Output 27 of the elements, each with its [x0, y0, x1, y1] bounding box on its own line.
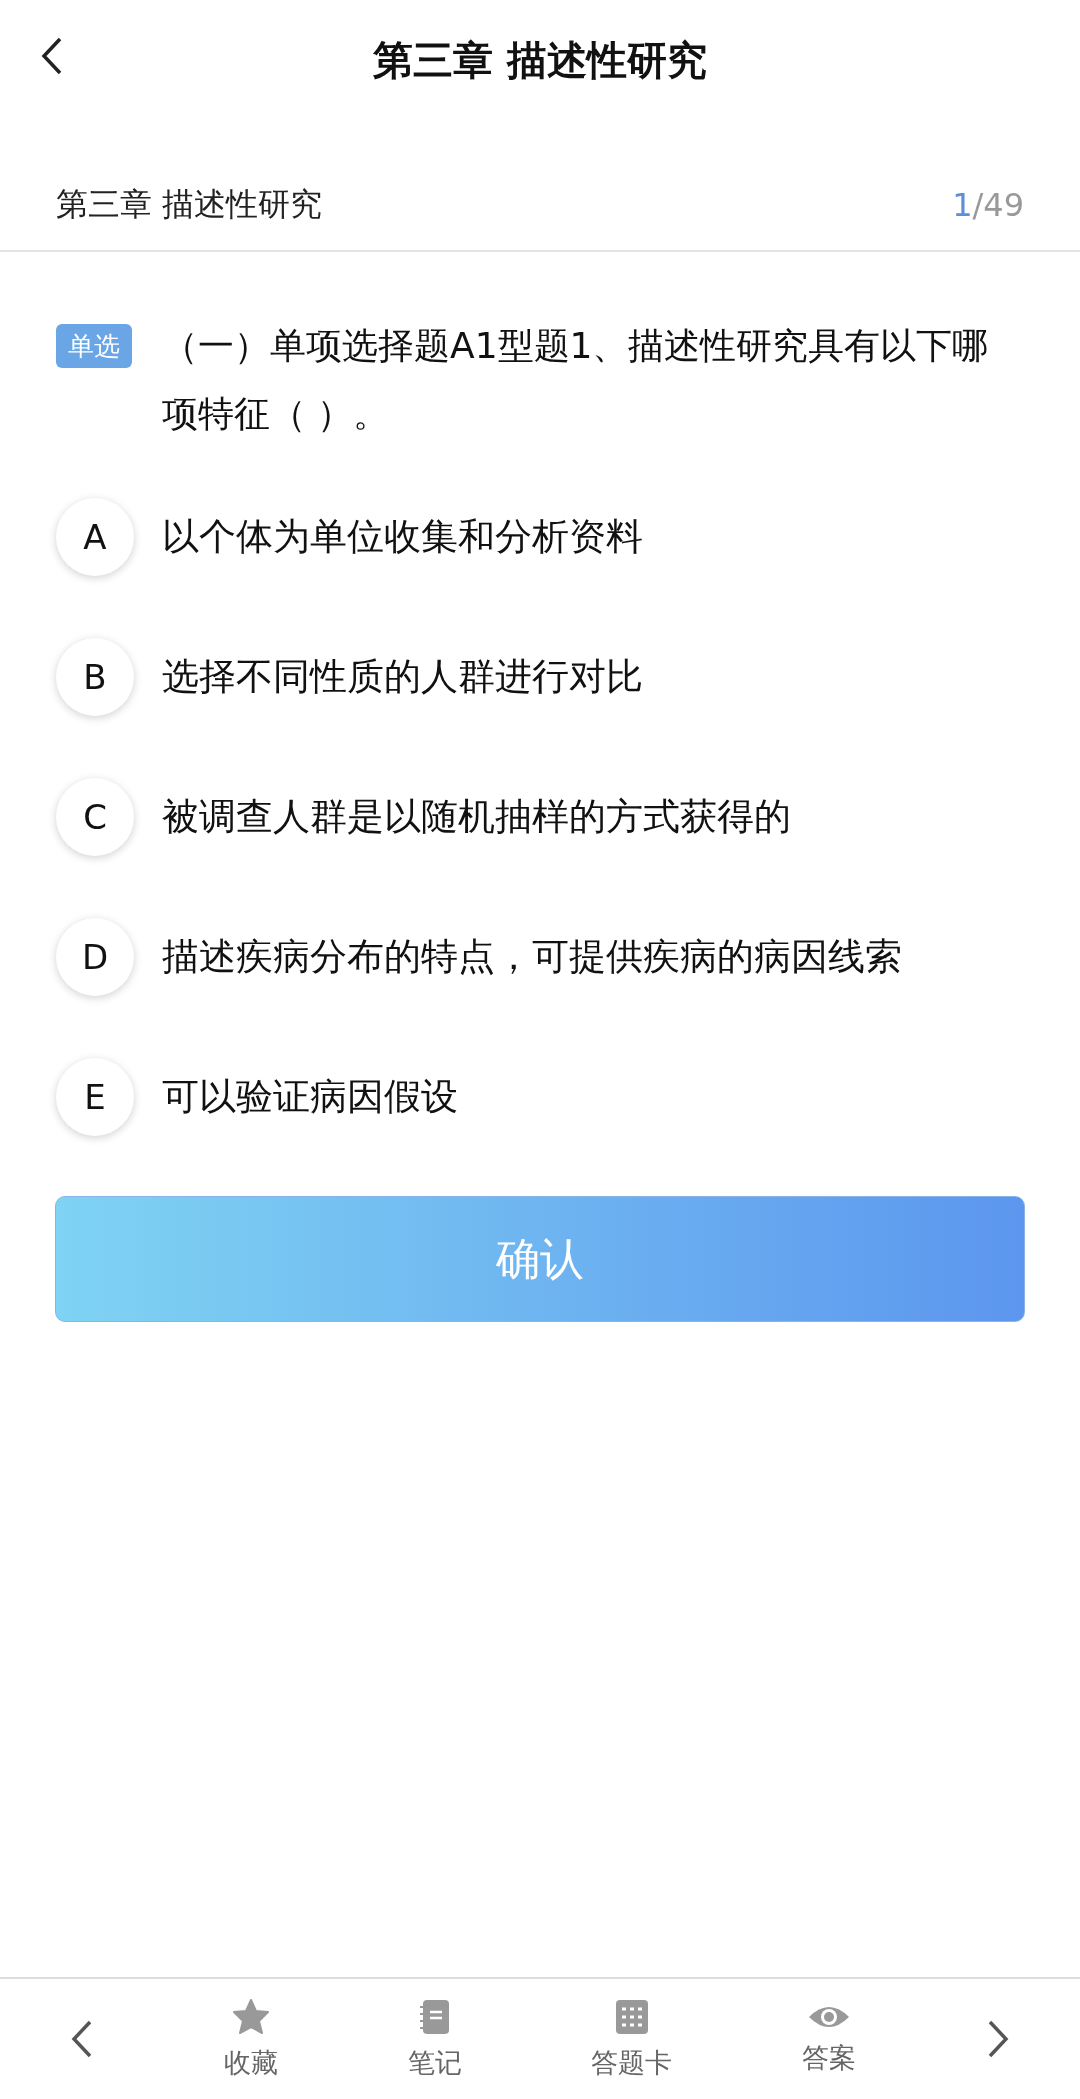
chapter-name: 第三章 描述性研究 — [56, 184, 323, 225]
option-text[interactable]: 被调查人群是以随机抽样的方式获得的 — [162, 778, 791, 846]
next-icon[interactable] — [986, 2019, 1010, 2059]
toolbar-item[interactable]: 答题卡 — [591, 1997, 673, 2081]
question-counter: 1/49 — [952, 186, 1024, 224]
toolbar-item[interactable]: 答案 — [802, 2002, 857, 2076]
toolbar-label: 收藏 — [223, 2046, 278, 2080]
option-text[interactable]: 选择不同性质的人群进行对比 — [162, 638, 643, 706]
star-icon — [230, 1997, 271, 2037]
option-radio[interactable]: E — [56, 1058, 134, 1136]
option-text[interactable]: 以个体为单位收集和分析资料 — [162, 498, 643, 566]
toolbar-item[interactable]: 收藏 — [223, 1997, 278, 2081]
toolbar-item[interactable]: 笔记 — [407, 1997, 462, 2081]
page-title: 第三章 描述性研究 — [373, 35, 707, 85]
toolbar-label: 答题卡 — [591, 2046, 673, 2080]
question-text: （一）单项选择题A1型题1、描述性研究具有以下哪项特征（ ）。 — [162, 324, 990, 436]
toolbar-label: 笔记 — [407, 2046, 462, 2080]
option-text[interactable]: 描述疾病分布的特点，可提供疾病的病因线索 — [162, 918, 902, 986]
option-radio[interactable]: A — [56, 498, 134, 576]
toolbar-label: 答案 — [802, 2041, 857, 2075]
option-radio[interactable]: C — [56, 778, 134, 856]
option-radio[interactable]: B — [56, 638, 134, 716]
question-type-badge: 单选 — [56, 324, 132, 368]
option-radio[interactable]: D — [56, 918, 134, 996]
previous-icon[interactable] — [70, 2019, 94, 2059]
back-icon[interactable] — [40, 36, 64, 76]
option-text[interactable]: 可以验证病因假设 — [162, 1058, 458, 1126]
